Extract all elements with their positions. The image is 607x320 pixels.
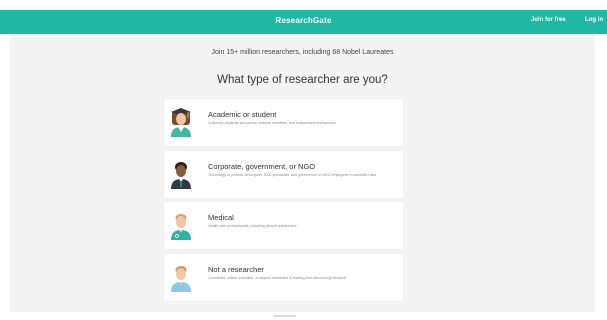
page-title: What type of researcher are you? <box>217 74 388 86</box>
option-title: Academic or student <box>208 110 277 119</box>
non-researcher-avatar-icon <box>171 266 191 292</box>
option-description: Health care professionals, including cli… <box>208 224 297 228</box>
option-description: Technology or product developers, R&D sp… <box>208 173 377 177</box>
option-corporate-card[interactable]: Corporate, government, or NGO Technology… <box>164 151 403 198</box>
academic-avatar-icon <box>171 108 191 137</box>
login-link[interactable]: Log in <box>585 17 603 23</box>
corporate-avatar-icon <box>171 162 191 189</box>
option-title: Corporate, government, or NGO <box>208 162 316 171</box>
option-title: Not a researcher <box>208 265 264 274</box>
option-medical-card[interactable]: Medical Health care professionals, inclu… <box>164 202 403 249</box>
top-navigation-bar: ResearchGate Join for free Log in <box>0 10 607 34</box>
option-description: Journalists, citizen scientists, or anyo… <box>208 276 346 280</box>
page: ResearchGate Join for free Log in Join 1… <box>0 0 607 320</box>
tagline: Join 15+ million researchers, including … <box>211 49 394 56</box>
brand-logo[interactable]: ResearchGate <box>0 16 607 25</box>
join-for-free-link[interactable]: Join for free <box>531 17 566 23</box>
option-description: University students and faculty, institu… <box>208 121 336 125</box>
footer-divider <box>274 315 296 317</box>
option-academic-card[interactable]: Academic or student University students … <box>164 99 403 146</box>
option-not-researcher-card[interactable]: Not a researcher Journalists, citizen sc… <box>164 254 403 301</box>
medical-avatar-icon <box>171 214 191 240</box>
option-title: Medical <box>208 213 234 222</box>
